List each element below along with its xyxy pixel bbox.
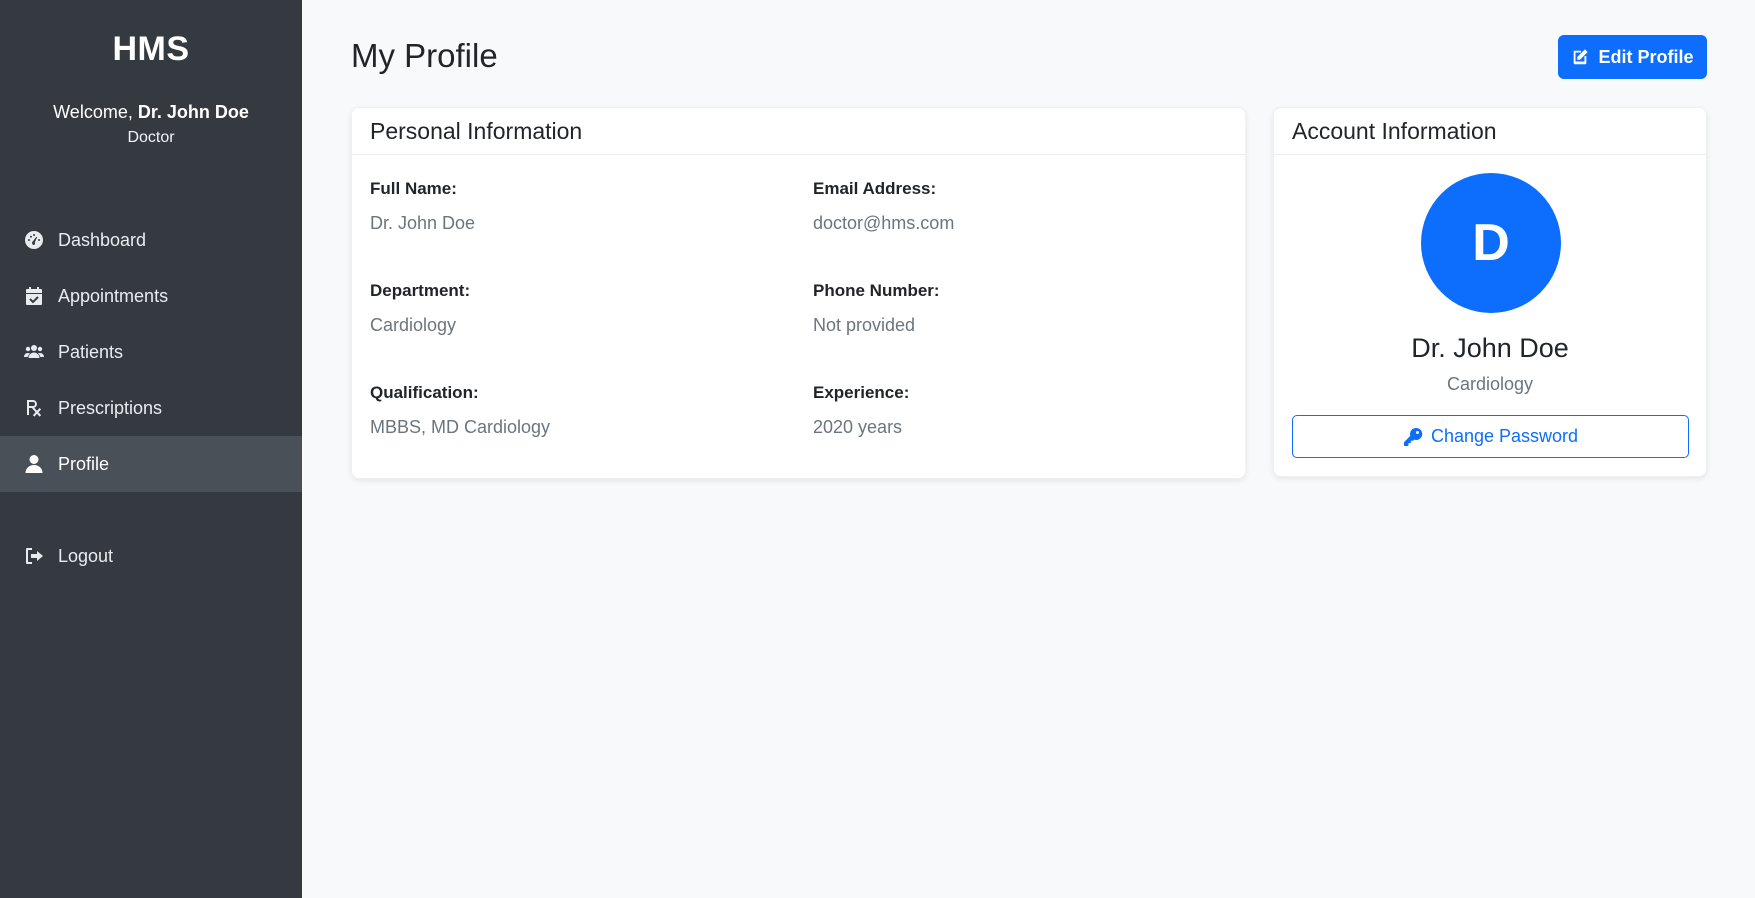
key-icon [1403, 427, 1423, 446]
field-value: Not provided [813, 315, 916, 335]
sidebar-item-logout[interactable]: Logout [0, 528, 302, 584]
welcome-message: Welcome, Dr. John Doe [0, 100, 302, 124]
experience-field: Experience: 2020 years [813, 383, 909, 438]
sidebar-item-label: Appointments [58, 285, 169, 306]
edit-icon [1574, 49, 1589, 65]
prescription-icon [24, 398, 44, 418]
sidebar-item-label: Dashboard [58, 229, 147, 250]
users-icon [24, 342, 44, 362]
sidebar: HMS Welcome, Dr. John Doe Doctor Dashboa… [0, 0, 302, 898]
sidebar-item-label: Profile [58, 453, 110, 474]
qualification-field: Qualification: MBBS, MD Cardiology [370, 383, 550, 438]
sign-out-icon [24, 546, 44, 566]
personal-information-card: Personal Information Full Name: Dr. John… [351, 107, 1246, 479]
logout-section: Logout [0, 528, 302, 584]
field-value: doctor@hms.com [813, 213, 955, 233]
department-field: Department: Cardiology [370, 281, 470, 336]
sidebar-item-dashboard[interactable]: Dashboard [0, 212, 302, 268]
sidebar-item-profile[interactable]: Profile [0, 436, 302, 492]
calendar-check-icon [24, 286, 44, 306]
sidebar-nav: Dashboard Appointments Patients Prescrip… [0, 212, 302, 492]
sidebar-item-appointments[interactable]: Appointments [0, 268, 302, 324]
page-title: My Profile [351, 37, 498, 74]
change-password-label: Change Password [1430, 426, 1579, 446]
card-title: Personal Information [352, 108, 1245, 155]
user-icon [24, 454, 44, 474]
account-information-card: Account Information D Dr. John Doe Cardi… [1273, 107, 1707, 477]
sidebar-item-label: Prescriptions [58, 397, 163, 418]
change-password-button[interactable]: Change Password [1292, 415, 1689, 458]
edit-profile-button[interactable]: Edit Profile [1558, 35, 1707, 79]
field-label: Email Address: [813, 179, 937, 198]
email-field: Email Address: doctor@hms.com [813, 179, 954, 234]
field-label: Department: [370, 281, 471, 300]
field-value: Cardiology [370, 315, 457, 335]
account-department: Cardiology [1446, 374, 1534, 394]
brand-logo: HMS [112, 30, 190, 68]
edit-profile-label: Edit Profile [1598, 46, 1694, 67]
field-label: Phone Number: [813, 281, 940, 300]
field-label: Full Name: [370, 179, 457, 198]
sidebar-item-prescriptions[interactable]: Prescriptions [0, 380, 302, 436]
phone-field: Phone Number: Not provided [813, 281, 940, 336]
welcome-user-name: Dr. John Doe [137, 102, 249, 122]
sidebar-item-label: Logout [58, 545, 114, 566]
dashboard-gauge-icon [24, 230, 44, 250]
welcome-prefix: Welcome, [53, 102, 138, 122]
field-value: 2020 years [813, 417, 903, 437]
avatar: D [1421, 173, 1561, 313]
main-content: My Profile Edit Profile Personal Informa… [302, 0, 1755, 898]
card-title: Account Information [1274, 108, 1706, 155]
field-label: Experience: [813, 383, 910, 402]
sidebar-item-label: Patients [58, 341, 124, 362]
field-label: Qualification: [370, 383, 479, 402]
field-value: Dr. John Doe [370, 213, 476, 233]
full-name-field: Full Name: Dr. John Doe [370, 179, 475, 234]
sidebar-item-patients[interactable]: Patients [0, 324, 302, 380]
field-value: MBBS, MD Cardiology [370, 417, 551, 437]
user-role: Doctor [127, 129, 175, 146]
account-name: Dr. John Doe [1411, 333, 1569, 363]
